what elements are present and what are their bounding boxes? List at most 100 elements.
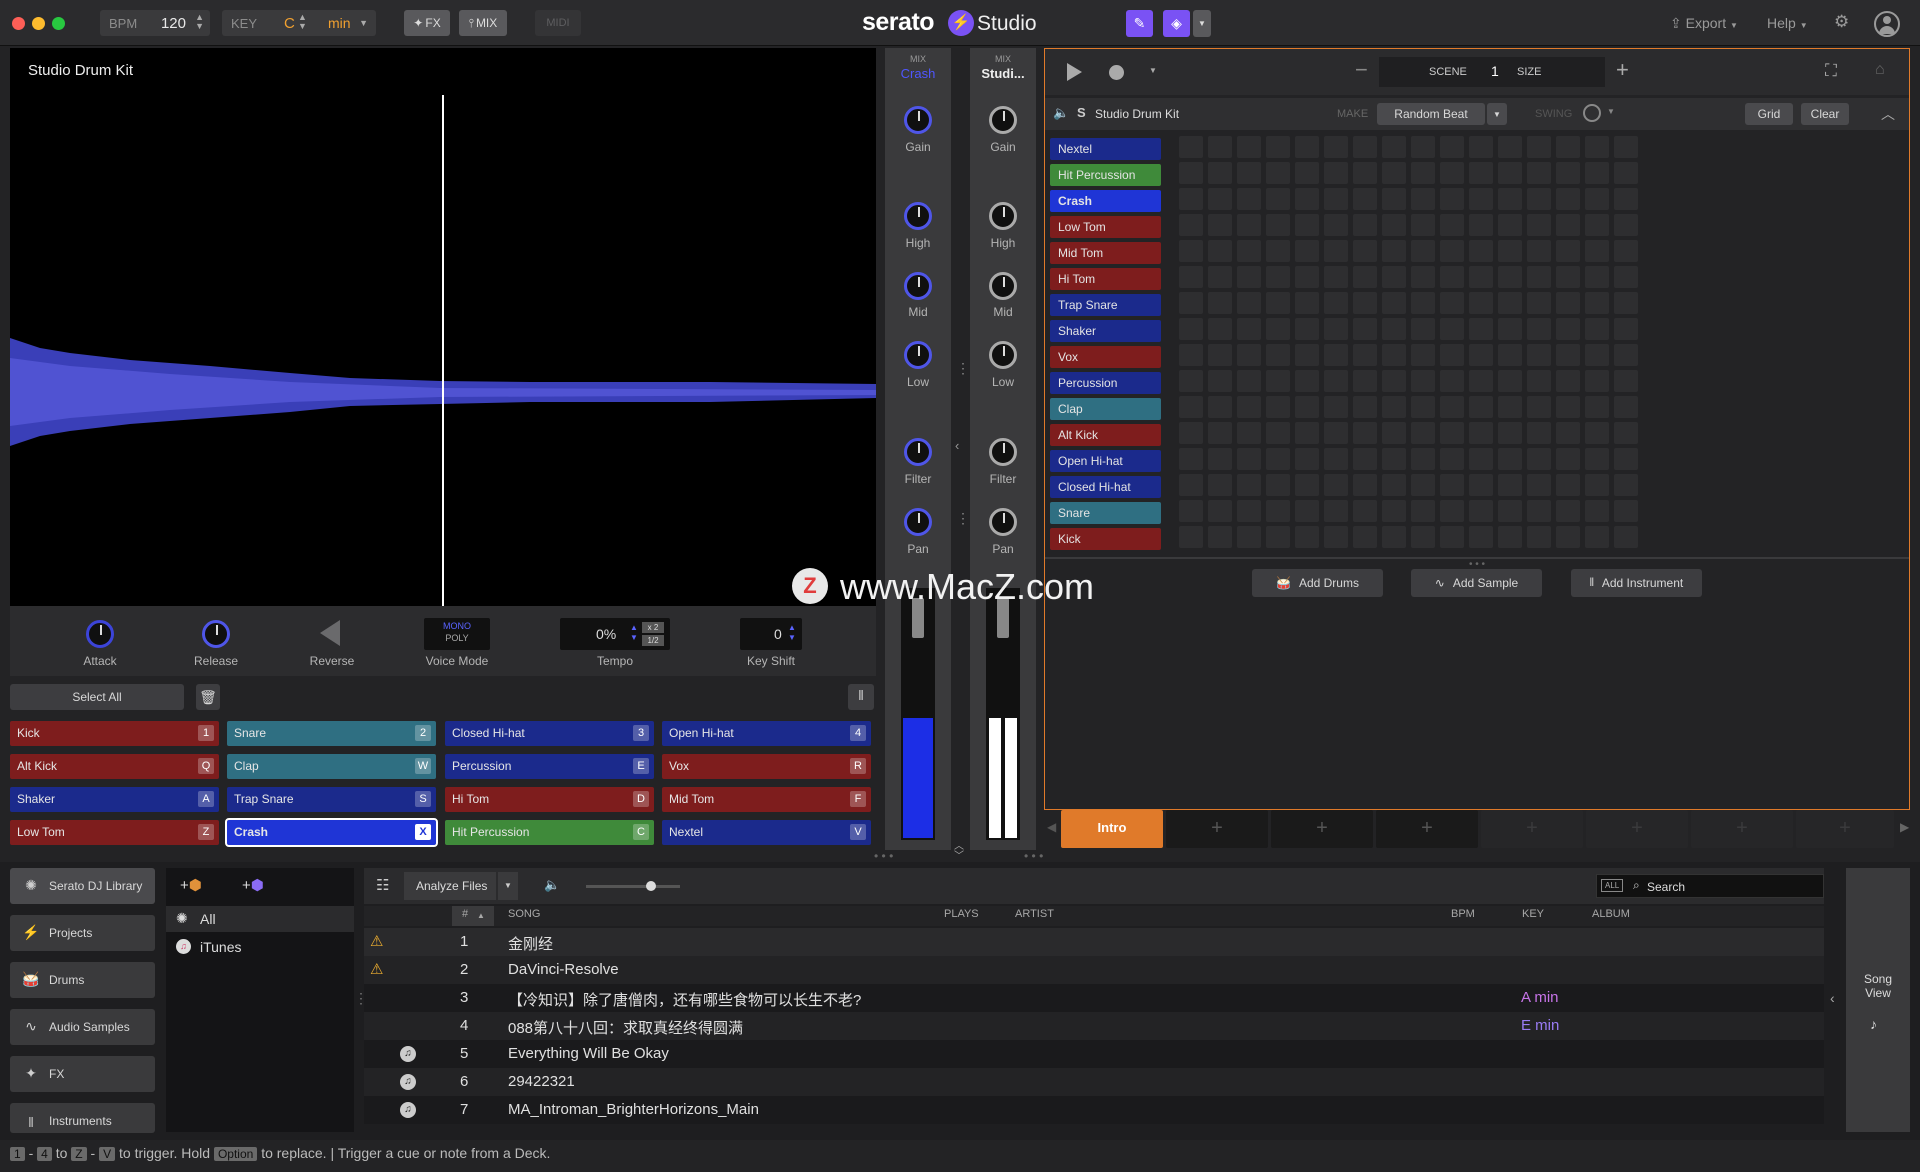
step-cell[interactable] <box>1382 188 1406 210</box>
key-control[interactable]: KEY C ▲ ▼ min ▼ <box>222 10 376 36</box>
sidebar-item-fx[interactable]: ✦ FX <box>10 1056 155 1092</box>
step-cell[interactable] <box>1266 500 1290 522</box>
step-cell[interactable] <box>1527 344 1551 366</box>
seq-row-label[interactable]: Vox <box>1050 346 1161 368</box>
step-cell[interactable] <box>1498 396 1522 418</box>
step-cell[interactable] <box>1382 370 1406 392</box>
add-smart-crate-button[interactable]: +⬢ <box>242 876 264 894</box>
step-cell[interactable] <box>1585 318 1609 340</box>
step-cell[interactable] <box>1353 136 1377 158</box>
step-cell[interactable] <box>1411 318 1435 340</box>
step-cell[interactable] <box>1295 266 1319 288</box>
step-cell[interactable] <box>1556 396 1580 418</box>
crate-itunes[interactable]: ♫ iTunes <box>166 934 354 960</box>
step-cell[interactable] <box>1353 344 1377 366</box>
pad-alt-kick[interactable]: Alt Kick Q <box>10 754 219 779</box>
step-cell[interactable] <box>1498 370 1522 392</box>
step-cell[interactable] <box>1411 188 1435 210</box>
pad-snare[interactable]: Snare 2 <box>227 721 436 746</box>
step-cell[interactable] <box>1556 136 1580 158</box>
step-cell[interactable] <box>1498 500 1522 522</box>
sidebar-item-instruments[interactable]: 𝍪 Instruments <box>10 1103 155 1133</box>
step-cell[interactable] <box>1440 474 1464 496</box>
song-view-panel[interactable]: Song View ♪ <box>1846 868 1910 1132</box>
step-cell[interactable] <box>1440 292 1464 314</box>
step-cell[interactable] <box>1353 240 1377 262</box>
column-header-num[interactable]: # <box>462 908 468 920</box>
fx-toggle-button[interactable]: ✦ FX <box>404 10 450 36</box>
column-header-album[interactable]: ALBUM <box>1592 908 1630 920</box>
step-cell[interactable] <box>1469 396 1493 418</box>
step-cell[interactable] <box>1266 344 1290 366</box>
low-knob[interactable] <box>989 341 1017 369</box>
step-cell[interactable] <box>1208 500 1232 522</box>
step-cell[interactable] <box>1498 136 1522 158</box>
step-cell[interactable] <box>1440 136 1464 158</box>
step-cell[interactable] <box>1208 162 1232 184</box>
step-cell[interactable] <box>1237 214 1261 236</box>
step-cell[interactable] <box>1237 266 1261 288</box>
step-cell[interactable] <box>1527 136 1551 158</box>
step-cell[interactable] <box>1237 500 1261 522</box>
step-cell[interactable] <box>1237 188 1261 210</box>
crate-all[interactable]: ✺ All <box>166 906 354 932</box>
grid-button[interactable]: Grid <box>1745 103 1793 125</box>
step-cell[interactable] <box>1266 162 1290 184</box>
step-cell[interactable] <box>1382 214 1406 236</box>
add-scene-button[interactable]: + <box>1271 810 1373 848</box>
step-cell[interactable] <box>1266 188 1290 210</box>
step-cell[interactable] <box>1353 214 1377 236</box>
step-cell[interactable] <box>1527 422 1551 444</box>
step-cell[interactable] <box>1353 448 1377 470</box>
seq-row-label[interactable]: Trap Snare <box>1050 294 1161 316</box>
step-cell[interactable] <box>1266 422 1290 444</box>
seq-row-label[interactable]: Hi Tom <box>1050 268 1161 290</box>
column-header-key[interactable]: KEY <box>1522 908 1544 920</box>
step-cell[interactable] <box>1295 188 1319 210</box>
step-cell[interactable] <box>1208 422 1232 444</box>
swing-knob[interactable] <box>1583 104 1601 122</box>
step-cell[interactable] <box>1556 500 1580 522</box>
random-beat-dropdown-icon[interactable]: ▼ <box>1487 103 1507 125</box>
step-cell[interactable] <box>1527 448 1551 470</box>
midi-toggle-button[interactable]: MIDI <box>535 10 581 36</box>
minimize-window-button[interactable] <box>32 17 45 30</box>
step-cell[interactable] <box>1527 266 1551 288</box>
pad-hi-tom[interactable]: Hi Tom D <box>445 787 654 812</box>
size-label[interactable]: SIZE <box>1517 66 1541 78</box>
step-cell[interactable] <box>1266 448 1290 470</box>
step-cell[interactable] <box>1237 422 1261 444</box>
tempo-control[interactable]: 0% ▲ ▼ x 2 1/2 <box>560 618 670 650</box>
column-header-artist[interactable]: ARTIST <box>1015 908 1054 920</box>
sort-ascending-icon[interactable]: ▲ <box>477 911 485 920</box>
step-cell[interactable] <box>1440 344 1464 366</box>
step-cell[interactable] <box>1556 214 1580 236</box>
step-cell[interactable] <box>1382 526 1406 548</box>
step-cell[interactable] <box>1440 526 1464 548</box>
scene-scroll-right-icon[interactable]: ▶ <box>1900 820 1909 834</box>
bpm-value[interactable]: 120 <box>161 15 186 32</box>
pad-trap-snare[interactable]: Trap Snare S <box>227 787 436 812</box>
table-row[interactable]: ♫ 5 Everything Will Be Okay <box>364 1040 1824 1068</box>
step-cell[interactable] <box>1179 474 1203 496</box>
step-cell[interactable] <box>1266 526 1290 548</box>
step-cell[interactable] <box>1614 292 1638 314</box>
pad-nextel[interactable]: Nextel V <box>662 820 871 845</box>
step-cell[interactable] <box>1324 266 1348 288</box>
step-cell[interactable] <box>1585 422 1609 444</box>
step-cell[interactable] <box>1440 396 1464 418</box>
step-cell[interactable] <box>1324 214 1348 236</box>
step-cell[interactable] <box>1614 396 1638 418</box>
step-cell[interactable] <box>1469 448 1493 470</box>
step-cell[interactable] <box>1585 162 1609 184</box>
step-cell[interactable] <box>1266 370 1290 392</box>
step-cell[interactable] <box>1266 240 1290 262</box>
step-cell[interactable] <box>1353 396 1377 418</box>
pad-mid-tom[interactable]: Mid Tom F <box>662 787 871 812</box>
step-cell[interactable] <box>1382 266 1406 288</box>
swing-dropdown-icon[interactable]: ▼ <box>1607 107 1615 116</box>
step-cell[interactable] <box>1585 188 1609 210</box>
key-mode-dropdown-icon[interactable]: ▼ <box>359 18 368 28</box>
step-cell[interactable] <box>1324 396 1348 418</box>
zoom-window-button[interactable] <box>52 17 65 30</box>
